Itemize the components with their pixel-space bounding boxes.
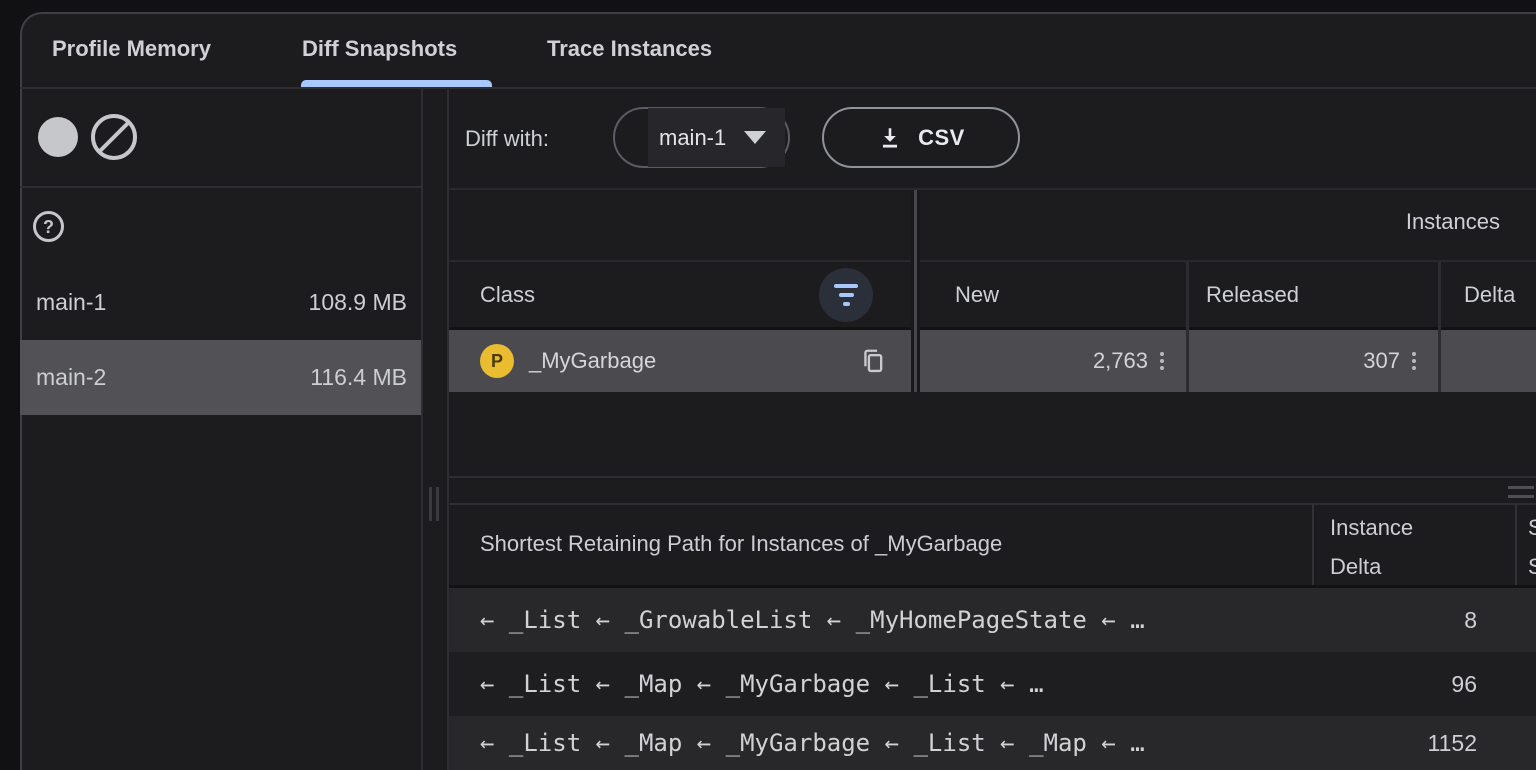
- snapshot-name: main-1: [36, 289, 106, 316]
- column-header-clipped[interactable]: S S: [1528, 508, 1536, 586]
- table-top-border: [449, 188, 1536, 190]
- pinned-column-divider: [911, 190, 920, 392]
- group-header-divider: [449, 260, 1536, 262]
- tab-diff-snapshots[interactable]: Diff Snapshots: [302, 33, 457, 65]
- copy-icon[interactable]: [859, 347, 887, 375]
- column-header-class[interactable]: Class: [480, 280, 535, 310]
- lower-pane-top-border: [449, 503, 1536, 505]
- dropdown-selected-value: main-1: [659, 125, 726, 151]
- class-filter-button[interactable]: [819, 268, 873, 322]
- help-icon[interactable]: ?: [33, 211, 64, 242]
- snapshot-list-item-main-1[interactable]: main-1 108.9 MB: [20, 265, 421, 340]
- upper-pane-bottom-border: [449, 476, 1536, 478]
- retaining-path-row[interactable]: ← _List ← _Map ← _MyGarbage ← _List ← … …: [449, 652, 1536, 716]
- column-header-delta[interactable]: Delta: [1464, 280, 1515, 310]
- horizontal-splitter-handle[interactable]: [1508, 495, 1534, 498]
- column-header-new[interactable]: New: [955, 280, 999, 310]
- tab-trace-instances[interactable]: Trace Instances: [547, 33, 712, 65]
- chevron-down-icon: [744, 131, 766, 144]
- retaining-path-row[interactable]: ← _List ← _Map ← _MyGarbage ← _List ← _M…: [449, 716, 1536, 770]
- cell-context-menu-icon[interactable]: [1158, 350, 1166, 372]
- csv-button-label: CSV: [918, 125, 965, 151]
- filter-icon: [834, 284, 858, 288]
- export-csv-button[interactable]: CSV: [822, 107, 1020, 168]
- vertical-splitter-handle[interactable]: [429, 487, 432, 521]
- snapshot-size: 108.9 MB: [309, 289, 407, 316]
- retaining-path-row[interactable]: ← _List ← _GrowableList ← _MyHomePageSta…: [449, 588, 1536, 652]
- diff-with-label: Diff with:: [465, 124, 549, 154]
- take-snapshot-icon[interactable]: [38, 117, 78, 157]
- devtools-memory-screen: Profile Memory Diff Snapshots Trace Inst…: [0, 0, 1536, 770]
- new-instances-value: 2,763: [1093, 348, 1148, 374]
- table-row-new-cell[interactable]: 2,763: [920, 330, 1186, 392]
- horizontal-splitter-handle[interactable]: [1508, 486, 1534, 489]
- clear-snapshots-icon[interactable]: [91, 114, 137, 160]
- tab-profile-memory[interactable]: Profile Memory: [52, 33, 211, 65]
- sidebar-right-border: [421, 89, 423, 770]
- instance-delta-value: 8: [1312, 607, 1515, 634]
- sidebar-divider: [20, 186, 421, 188]
- instance-delta-value: 96: [1312, 671, 1515, 698]
- class-name: _MyGarbage: [529, 348, 859, 374]
- table-row-class-cell[interactable]: P _MyGarbage: [449, 330, 911, 392]
- retaining-path-text: ← _List ← _Map ← _MyGarbage ← _List ← _M…: [480, 729, 1310, 757]
- column-header-released[interactable]: Released: [1206, 280, 1299, 310]
- table-row-delta-cell[interactable]: [1441, 330, 1536, 392]
- snapshot-name: main-2: [36, 364, 106, 391]
- tabbar-divider: [20, 87, 1536, 89]
- snapshot-size: 116.4 MB: [310, 364, 407, 391]
- retaining-path-title: Shortest Retaining Path for Instances of…: [480, 531, 1002, 557]
- instance-delta-value: 1152: [1312, 730, 1515, 757]
- vertical-splitter-handle[interactable]: [436, 487, 439, 521]
- table-row-released-cell[interactable]: 307: [1189, 330, 1438, 392]
- column-header-instance-delta[interactable]: Instance Delta: [1330, 508, 1413, 586]
- retaining-path-text: ← _List ← _Map ← _MyGarbage ← _List ← …: [480, 670, 1310, 698]
- cell-context-menu-icon[interactable]: [1410, 350, 1418, 372]
- retaining-path-text: ← _List ← _GrowableList ← _MyHomePageSta…: [480, 606, 1310, 634]
- download-icon: [877, 125, 903, 151]
- diff-with-dropdown[interactable]: main-1: [613, 107, 790, 168]
- released-instances-value: 307: [1363, 348, 1400, 374]
- snapshot-list-item-main-2[interactable]: main-2 116.4 MB: [20, 340, 421, 415]
- instances-group-header: Instances: [1406, 209, 1500, 235]
- class-kind-badge: P: [480, 344, 514, 378]
